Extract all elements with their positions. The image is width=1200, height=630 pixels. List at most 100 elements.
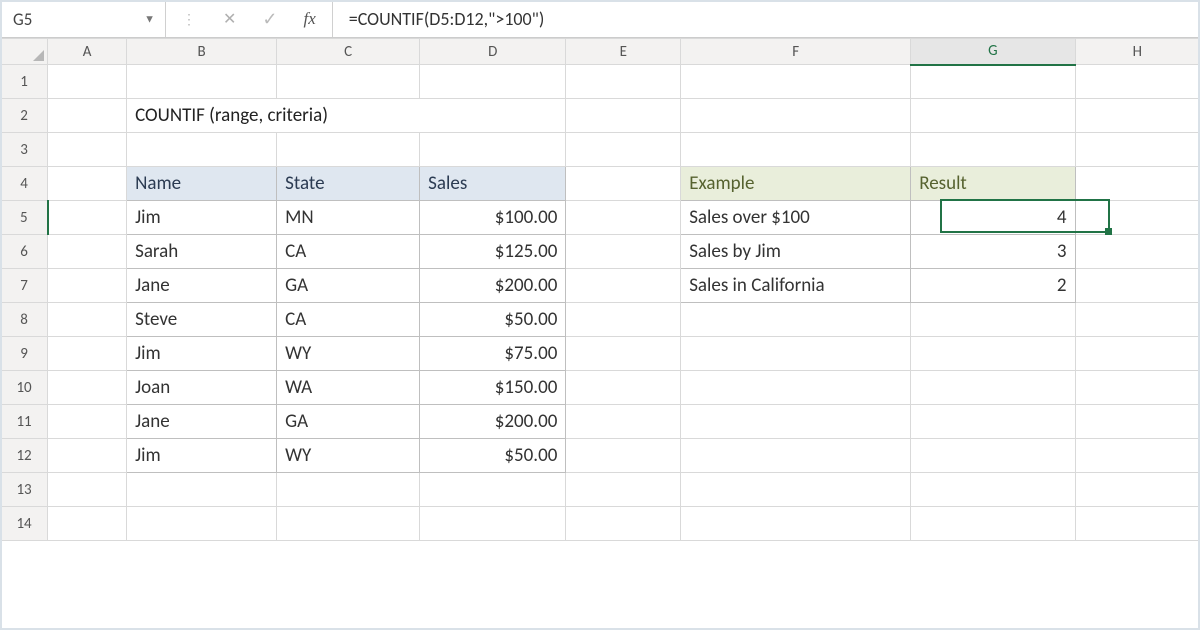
cell-G1[interactable] xyxy=(911,65,1075,99)
cell-B2[interactable]: COUNTIF (range, criteria) xyxy=(127,99,566,133)
row-header-14[interactable]: 14 xyxy=(1,507,48,541)
cell-A7[interactable] xyxy=(48,269,127,303)
cell-D3[interactable] xyxy=(420,133,566,167)
cell-C13[interactable] xyxy=(277,473,420,507)
cell-C12[interactable]: WY xyxy=(277,439,420,473)
column-header-A[interactable]: A xyxy=(48,39,127,65)
cell-E1[interactable] xyxy=(566,65,681,99)
cell-G9[interactable] xyxy=(911,337,1075,371)
cell-B14[interactable] xyxy=(127,507,277,541)
cell-A5[interactable] xyxy=(48,201,127,235)
cell-F9[interactable] xyxy=(681,337,911,371)
cell-H3[interactable] xyxy=(1075,133,1199,167)
column-header-C[interactable]: C xyxy=(277,39,420,65)
cell-D1[interactable] xyxy=(420,65,566,99)
cell-E8[interactable] xyxy=(566,303,681,337)
row-header-1[interactable]: 1 xyxy=(1,65,48,99)
cell-C3[interactable] xyxy=(277,133,420,167)
cell-E9[interactable] xyxy=(566,337,681,371)
cell-B12[interactable]: Jim xyxy=(127,439,277,473)
cell-H2[interactable] xyxy=(1075,99,1199,133)
column-header-B[interactable]: B xyxy=(127,39,277,65)
cell-B9[interactable]: Jim xyxy=(127,337,277,371)
cell-G13[interactable] xyxy=(911,473,1075,507)
name-box-dropdown-icon[interactable]: ▼ xyxy=(144,13,155,26)
cell-B3[interactable] xyxy=(127,133,277,167)
cell-H10[interactable] xyxy=(1075,371,1199,405)
cell-G3[interactable] xyxy=(911,133,1075,167)
row-header-4[interactable]: 4 xyxy=(1,167,48,201)
cell-G8[interactable] xyxy=(911,303,1075,337)
cell-H5[interactable] xyxy=(1075,201,1199,235)
cell-C14[interactable] xyxy=(277,507,420,541)
cell-D6[interactable]: $125.00 xyxy=(420,235,566,269)
cell-E6[interactable] xyxy=(566,235,681,269)
fx-icon[interactable]: fx xyxy=(304,9,316,29)
cell-B11[interactable]: Jane xyxy=(127,405,277,439)
row-header-7[interactable]: 7 xyxy=(1,269,48,303)
cell-E4[interactable] xyxy=(566,167,681,201)
cell-D10[interactable]: $150.00 xyxy=(420,371,566,405)
cell-C6[interactable]: CA xyxy=(277,235,420,269)
cell-F14[interactable] xyxy=(681,507,911,541)
cell-D7[interactable]: $200.00 xyxy=(420,269,566,303)
cell-E3[interactable] xyxy=(566,133,681,167)
cell-F3[interactable] xyxy=(681,133,911,167)
cell-H9[interactable] xyxy=(1075,337,1199,371)
cell-D8[interactable]: $50.00 xyxy=(420,303,566,337)
cell-D11[interactable]: $200.00 xyxy=(420,405,566,439)
cell-H7[interactable] xyxy=(1075,269,1199,303)
column-header-H[interactable]: H xyxy=(1075,39,1199,65)
column-header-D[interactable]: D xyxy=(420,39,566,65)
cell-D14[interactable] xyxy=(420,507,566,541)
cell-B8[interactable]: Steve xyxy=(127,303,277,337)
cell-F12[interactable] xyxy=(681,439,911,473)
cell-G4[interactable]: Result xyxy=(911,167,1075,201)
cell-B1[interactable] xyxy=(127,65,277,99)
cell-G2[interactable] xyxy=(911,99,1075,133)
enter-icon[interactable]: ✓ xyxy=(262,8,277,30)
row-header-11[interactable]: 11 xyxy=(1,405,48,439)
column-header-G[interactable]: G xyxy=(911,39,1075,65)
cell-E14[interactable] xyxy=(566,507,681,541)
cell-C1[interactable] xyxy=(277,65,420,99)
cell-E10[interactable] xyxy=(566,371,681,405)
row-header-3[interactable]: 3 xyxy=(1,133,48,167)
cell-A1[interactable] xyxy=(48,65,127,99)
cell-F1[interactable] xyxy=(681,65,911,99)
cell-B6[interactable]: Sarah xyxy=(127,235,277,269)
row-header-5[interactable]: 5 xyxy=(1,201,48,235)
cell-E5[interactable] xyxy=(566,201,681,235)
cell-A14[interactable] xyxy=(48,507,127,541)
cell-E7[interactable] xyxy=(566,269,681,303)
name-box[interactable]: G5 ▼ xyxy=(1,1,166,37)
cell-F8[interactable] xyxy=(681,303,911,337)
spreadsheet-grid[interactable]: ABCDEFGH12COUNTIF (range, criteria)34Nam… xyxy=(0,38,1200,541)
cell-A9[interactable] xyxy=(48,337,127,371)
cell-F6[interactable]: Sales by Jim xyxy=(681,235,911,269)
cell-E13[interactable] xyxy=(566,473,681,507)
cancel-icon[interactable]: ✕ xyxy=(223,9,236,29)
cell-B4[interactable]: Name xyxy=(127,167,277,201)
row-header-12[interactable]: 12 xyxy=(1,439,48,473)
formula-input[interactable]: =COUNTIF(D5:D12,">100") xyxy=(333,1,1199,37)
cell-D5[interactable]: $100.00 xyxy=(420,201,566,235)
cell-H11[interactable] xyxy=(1075,405,1199,439)
cell-C5[interactable]: MN xyxy=(277,201,420,235)
cell-G5[interactable]: 4 xyxy=(911,201,1075,235)
cell-F13[interactable] xyxy=(681,473,911,507)
cell-G6[interactable]: 3 xyxy=(911,235,1075,269)
cell-A6[interactable] xyxy=(48,235,127,269)
cell-F4[interactable]: Example xyxy=(681,167,911,201)
row-header-6[interactable]: 6 xyxy=(1,235,48,269)
cell-C7[interactable]: GA xyxy=(277,269,420,303)
cell-A13[interactable] xyxy=(48,473,127,507)
cell-E12[interactable] xyxy=(566,439,681,473)
cell-G10[interactable] xyxy=(911,371,1075,405)
column-header-F[interactable]: F xyxy=(681,39,911,65)
cell-H1[interactable] xyxy=(1075,65,1199,99)
cell-F7[interactable]: Sales in California xyxy=(681,269,911,303)
row-header-8[interactable]: 8 xyxy=(1,303,48,337)
cell-H4[interactable] xyxy=(1075,167,1199,201)
cell-A10[interactable] xyxy=(48,371,127,405)
